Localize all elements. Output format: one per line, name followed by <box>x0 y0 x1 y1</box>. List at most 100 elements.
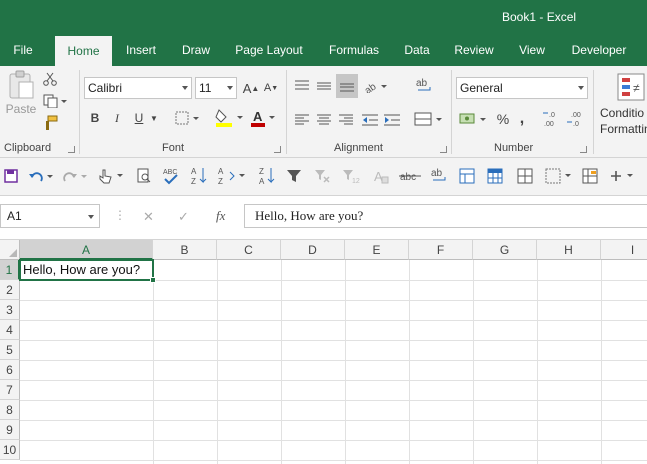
column-header-e[interactable]: E <box>345 240 409 260</box>
row-header-5[interactable]: 5 <box>0 340 20 360</box>
grow-font-button[interactable]: A ▲ <box>242 78 260 98</box>
wrap-text-icon[interactable]: ab <box>412 74 436 98</box>
row-header-4[interactable]: 4 <box>0 320 20 340</box>
column-header-a[interactable]: A <box>20 240 153 260</box>
borders-qat-icon[interactable] <box>544 166 576 186</box>
decrease-indent-icon[interactable] <box>360 110 380 130</box>
enter-icon[interactable]: ✓ <box>178 209 189 225</box>
cell-a1[interactable]: Hello, How are you? <box>19 259 154 281</box>
redo-icon[interactable] <box>62 166 90 186</box>
tab-review[interactable]: Review <box>450 34 498 66</box>
spelling-icon[interactable]: ABC <box>160 164 182 188</box>
row-header-3[interactable]: 3 <box>0 300 20 320</box>
wrap-text-qat-icon[interactable]: ab <box>428 164 450 188</box>
shrink-font-button[interactable]: A ▼ <box>262 78 280 98</box>
increase-decimal-icon[interactable]: .0.00 <box>542 108 564 130</box>
merge-center-icon[interactable] <box>412 108 446 130</box>
save-icon[interactable] <box>2 166 20 186</box>
row-header-2[interactable]: 2 <box>0 280 20 300</box>
sort-z-a-icon[interactable]: ZA <box>256 164 278 188</box>
sort-options-icon[interactable]: AZ <box>216 164 248 188</box>
tab-home[interactable]: Home <box>55 36 112 66</box>
table-icon[interactable] <box>484 166 506 186</box>
select-all-button[interactable] <box>0 240 20 260</box>
column-header-g[interactable]: G <box>473 240 537 260</box>
align-top-icon[interactable] <box>292 76 312 96</box>
tab-insert[interactable]: Insert <box>118 34 164 66</box>
strikethrough-icon[interactable]: abc <box>398 166 422 186</box>
cut-icon[interactable] <box>40 70 60 88</box>
format-painter-icon[interactable] <box>40 114 60 132</box>
paste-button[interactable]: Paste <box>4 70 38 126</box>
column-header-c[interactable]: C <box>217 240 281 260</box>
gridline <box>537 260 538 464</box>
cancel-icon[interactable]: ✕ <box>143 209 154 225</box>
column-header-h[interactable]: H <box>537 240 601 260</box>
comma-style-button[interactable]: , <box>514 108 530 130</box>
fill-handle[interactable] <box>150 277 156 283</box>
column-header-i[interactable]: I <box>601 240 647 260</box>
formula-input[interactable]: Hello, How are you? <box>244 204 647 228</box>
alignment-launcher-icon[interactable] <box>440 146 447 153</box>
underline-button[interactable]: U <box>130 108 148 128</box>
align-bottom-icon[interactable] <box>336 74 358 98</box>
font-launcher-icon[interactable] <box>274 146 281 153</box>
column-header-b[interactable]: B <box>153 240 217 260</box>
increase-indent-icon[interactable] <box>382 110 402 130</box>
row-header-10[interactable]: 10 <box>0 440 20 460</box>
name-box[interactable]: A1 <box>0 204 100 228</box>
merge-cells-icon[interactable] <box>580 166 600 186</box>
all-borders-icon[interactable] <box>514 166 536 186</box>
align-middle-icon[interactable] <box>314 76 334 96</box>
column-header-f[interactable]: F <box>409 240 473 260</box>
insert-function-icon[interactable]: fx <box>216 208 225 224</box>
borders-button[interactable] <box>172 108 204 128</box>
align-left-icon[interactable] <box>292 110 312 130</box>
percent-style-button[interactable]: % <box>494 108 512 130</box>
gridline <box>20 440 647 441</box>
sort-a-z-icon[interactable]: AZ <box>188 164 210 188</box>
row-header-6[interactable]: 6 <box>0 360 20 380</box>
tab-data[interactable]: Data <box>398 34 436 66</box>
tab-file[interactable]: File <box>0 34 46 66</box>
italic-button[interactable]: I <box>108 108 126 128</box>
clear-format-icon[interactable]: A <box>370 166 392 186</box>
undo-icon[interactable] <box>28 166 56 186</box>
bold-button[interactable]: B <box>86 108 104 128</box>
font-color-button[interactable]: A <box>248 106 278 130</box>
accounting-format-icon[interactable] <box>456 108 490 130</box>
fill-color-button[interactable] <box>214 106 246 130</box>
conditional-formatting-icon[interactable]: ≠ <box>616 72 647 102</box>
column-header-d[interactable]: D <box>281 240 345 260</box>
font-name-combo[interactable]: Calibri <box>84 77 192 99</box>
orientation-icon[interactable]: ab <box>362 76 390 96</box>
tab-draw[interactable]: Draw <box>174 34 218 66</box>
row-header-1[interactable]: 1 <box>0 260 20 280</box>
freeze-panes-icon[interactable] <box>456 166 478 186</box>
clear-filter-icon[interactable] <box>312 166 332 186</box>
chevron-down-icon <box>227 86 233 90</box>
tab-developer[interactable]: Developer <box>566 34 632 66</box>
print-preview-icon[interactable] <box>134 166 154 186</box>
font-size-combo[interactable]: 11 <box>195 77 237 99</box>
tab-formulas[interactable]: Formulas <box>322 34 386 66</box>
copy-icon[interactable] <box>40 92 70 110</box>
chevron-down-icon[interactable]: ▼ <box>148 108 160 128</box>
align-right-icon[interactable] <box>336 110 356 130</box>
tab-page-layout[interactable]: Page Layout <box>230 34 308 66</box>
row-header-7[interactable]: 7 <box>0 380 20 400</box>
filter-icon[interactable] <box>284 166 304 186</box>
conditional-formatting-label-1[interactable]: Conditio <box>600 106 644 120</box>
number-launcher-icon[interactable] <box>580 146 587 153</box>
number-format-combo[interactable]: General <box>456 77 588 99</box>
conditional-formatting-label-2[interactable]: Formattin <box>600 122 647 136</box>
decrease-decimal-icon[interactable]: .00.0 <box>566 108 588 130</box>
row-header-8[interactable]: 8 <box>0 400 20 420</box>
customize-qat-icon[interactable] <box>606 166 638 186</box>
row-header-9[interactable]: 9 <box>0 420 20 440</box>
tab-view[interactable]: View <box>514 34 550 66</box>
touch-mode-icon[interactable] <box>96 166 126 186</box>
align-center-icon[interactable] <box>314 110 334 130</box>
clipboard-launcher-icon[interactable] <box>68 146 75 153</box>
reapply-icon[interactable]: 12 <box>340 166 362 186</box>
